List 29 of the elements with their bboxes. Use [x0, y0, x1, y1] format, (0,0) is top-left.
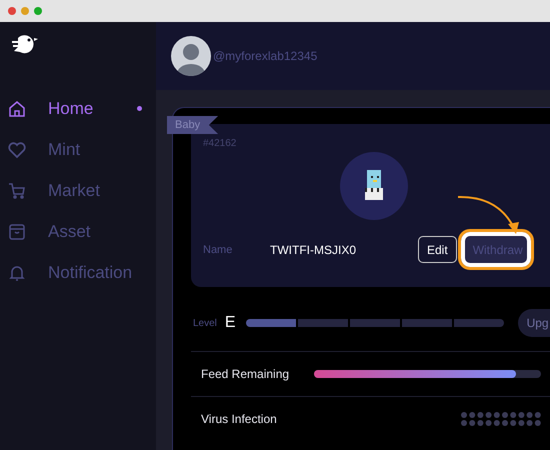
- badge-ribbon: Baby: [167, 116, 218, 134]
- stat-label: Feed Remaining: [201, 367, 290, 381]
- dot-grid-icon: [460, 411, 542, 427]
- upgrade-button[interactable]: Upg: [518, 309, 550, 337]
- edit-button[interactable]: Edit: [418, 236, 457, 263]
- minimize-light[interactable]: [21, 7, 29, 15]
- level-label: Level: [193, 318, 217, 328]
- level-grade: E: [224, 314, 236, 332]
- close-light[interactable]: [8, 7, 16, 15]
- pet-name: TWITFI-MSJIX0: [270, 242, 357, 256]
- heart-icon: [8, 141, 26, 159]
- bag-icon: [8, 223, 26, 241]
- pet-id: #42162: [203, 138, 238, 149]
- avatar-icon[interactable]: [171, 36, 211, 76]
- username: @myforexlab12345: [213, 49, 318, 63]
- nav-item[interactable]: Notification: [8, 258, 148, 288]
- nav-item[interactable]: Mint: [8, 135, 148, 165]
- stat-label: Virus Infection: [201, 412, 278, 426]
- curved-arrow-icon: [458, 194, 520, 236]
- home-icon: [8, 100, 26, 118]
- withdraw-button[interactable]: Withdraw: [464, 236, 527, 263]
- cart-icon: [8, 182, 26, 200]
- nav-item[interactable]: Home: [8, 94, 148, 124]
- nav-item[interactable]: Market: [8, 176, 148, 206]
- bell-icon: [8, 264, 26, 282]
- nav-item[interactable]: Asset: [8, 217, 148, 247]
- bird-logo: [10, 32, 38, 56]
- name-label: Name: [203, 244, 234, 256]
- zoom-light[interactable]: [34, 7, 42, 15]
